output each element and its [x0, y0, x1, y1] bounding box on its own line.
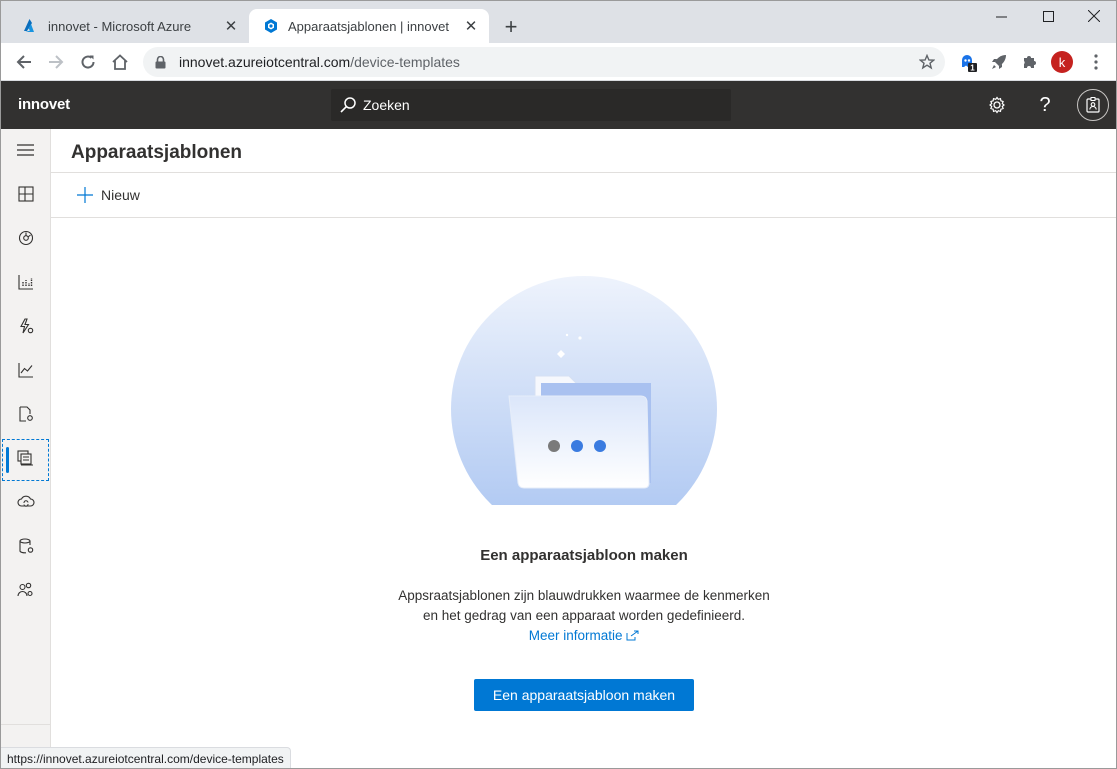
help-icon[interactable]: ?: [1029, 89, 1061, 121]
description-line: en het gedrag van een apparaat worden ge…: [423, 608, 745, 623]
nav-menu[interactable]: [1, 130, 50, 174]
link-status-bar: https://innovet.azureiotcentral.com/devi…: [1, 747, 291, 768]
new-template-button[interactable]: Nieuw: [77, 182, 140, 208]
url-path: /device-templates: [350, 54, 460, 70]
jobs-icon: [18, 405, 34, 427]
maximize-icon[interactable]: [1025, 1, 1071, 31]
devices-icon: [18, 230, 34, 251]
nav-data-export[interactable]: [1, 482, 50, 526]
divider: [51, 217, 1116, 218]
tab-device-templates[interactable]: Apparaatsjablonen | innovet ✕: [249, 9, 489, 43]
external-link-icon: [626, 630, 639, 641]
search-icon: [339, 96, 357, 114]
more-info-link[interactable]: Meer informatie: [351, 628, 817, 643]
create-template-button[interactable]: Een apparaatsjabloon maken: [474, 679, 694, 711]
tab-strip: innovet - Microsoft Azure ✕ Apparaatsjab…: [1, 1, 1116, 43]
nav-devices[interactable]: [1, 218, 50, 262]
more-vert-icon[interactable]: [1084, 50, 1108, 74]
address-bar[interactable]: innovet.azureiotcentral.com/device-templ…: [143, 47, 945, 77]
plus-icon: [77, 187, 93, 203]
nav-device-templates[interactable]: [1, 438, 50, 482]
divider: [51, 172, 1116, 173]
data-export-icon: [16, 494, 35, 515]
empty-folder-illustration: [441, 271, 731, 511]
nav-dashboard[interactable]: [1, 174, 50, 218]
analytics-icon: [17, 362, 34, 383]
administration-icon: [18, 537, 34, 559]
tab-title: Apparaatsjablonen | innovet: [288, 18, 449, 34]
nav-jobs[interactable]: [1, 394, 50, 438]
nav-administration[interactable]: [1, 526, 50, 570]
settings-gear-icon[interactable]: [981, 89, 1013, 121]
azure-logo-icon: [23, 18, 39, 34]
app-brand[interactable]: innovet: [18, 96, 70, 113]
nav-analytics[interactable]: [1, 350, 50, 394]
extensions-puzzle-icon[interactable]: [1018, 50, 1042, 74]
browser-toolbar: innovet.azureiotcentral.com/device-templ…: [1, 43, 1116, 81]
iot-central-icon: [263, 18, 279, 34]
page-title: Apparaatsjablonen: [71, 142, 243, 163]
forward-arrow-icon[interactable]: [44, 50, 68, 74]
extension-badge: 1: [970, 64, 975, 73]
users-icon: [17, 582, 34, 603]
rocket-icon[interactable]: [987, 50, 1011, 74]
browser-window: innovet - Microsoft Azure ✕ Apparaatsjab…: [0, 0, 1117, 769]
minimize-icon[interactable]: [978, 1, 1024, 31]
account-badge-icon[interactable]: [1077, 89, 1109, 121]
empty-state-description: Appsraatsjablonen zijn blauwdrukken waar…: [351, 586, 817, 626]
extension-ghost-icon[interactable]: 1: [956, 50, 980, 74]
nav-rules[interactable]: [1, 306, 50, 350]
rules-icon: [18, 317, 34, 339]
new-tab-button[interactable]: +: [499, 14, 523, 39]
bookmark-star-icon[interactable]: [915, 54, 939, 70]
url-host: innovet.azureiotcentral.com: [179, 54, 351, 70]
close-window-icon[interactable]: [1071, 1, 1116, 31]
home-icon[interactable]: [108, 50, 132, 74]
nav-divider: [1, 724, 50, 725]
search-box[interactable]: Zoeken: [331, 89, 731, 121]
device-templates-icon: [17, 449, 34, 471]
empty-state-title: Een apparaatsjabloon maken: [480, 547, 688, 564]
search-placeholder: Zoeken: [363, 97, 410, 113]
hamburger-icon: [17, 143, 34, 161]
left-nav: [1, 129, 51, 768]
url-text: innovet.azureiotcentral.com/device-templ…: [179, 54, 915, 70]
device-groups-icon: [17, 274, 34, 295]
new-label: Nieuw: [101, 187, 140, 203]
more-info-text[interactable]: Meer informatie: [529, 628, 623, 643]
nav-device-groups[interactable]: [1, 262, 50, 306]
dashboard-icon: [17, 185, 34, 207]
lock-icon: [155, 55, 169, 69]
back-arrow-icon[interactable]: [12, 50, 36, 74]
tab-azure[interactable]: innovet - Microsoft Azure ✕: [9, 9, 249, 43]
close-icon[interactable]: ✕: [461, 16, 481, 36]
app-header: innovet Zoeken ?: [1, 81, 1116, 129]
nav-users[interactable]: [1, 570, 50, 614]
close-icon[interactable]: ✕: [221, 16, 241, 36]
chrome-profile-avatar[interactable]: k: [1051, 51, 1073, 73]
reload-icon[interactable]: [76, 50, 100, 74]
description-line: Appsraatsjablonen zijn blauwdrukken waar…: [398, 588, 770, 603]
tab-title: innovet - Microsoft Azure: [48, 18, 192, 34]
